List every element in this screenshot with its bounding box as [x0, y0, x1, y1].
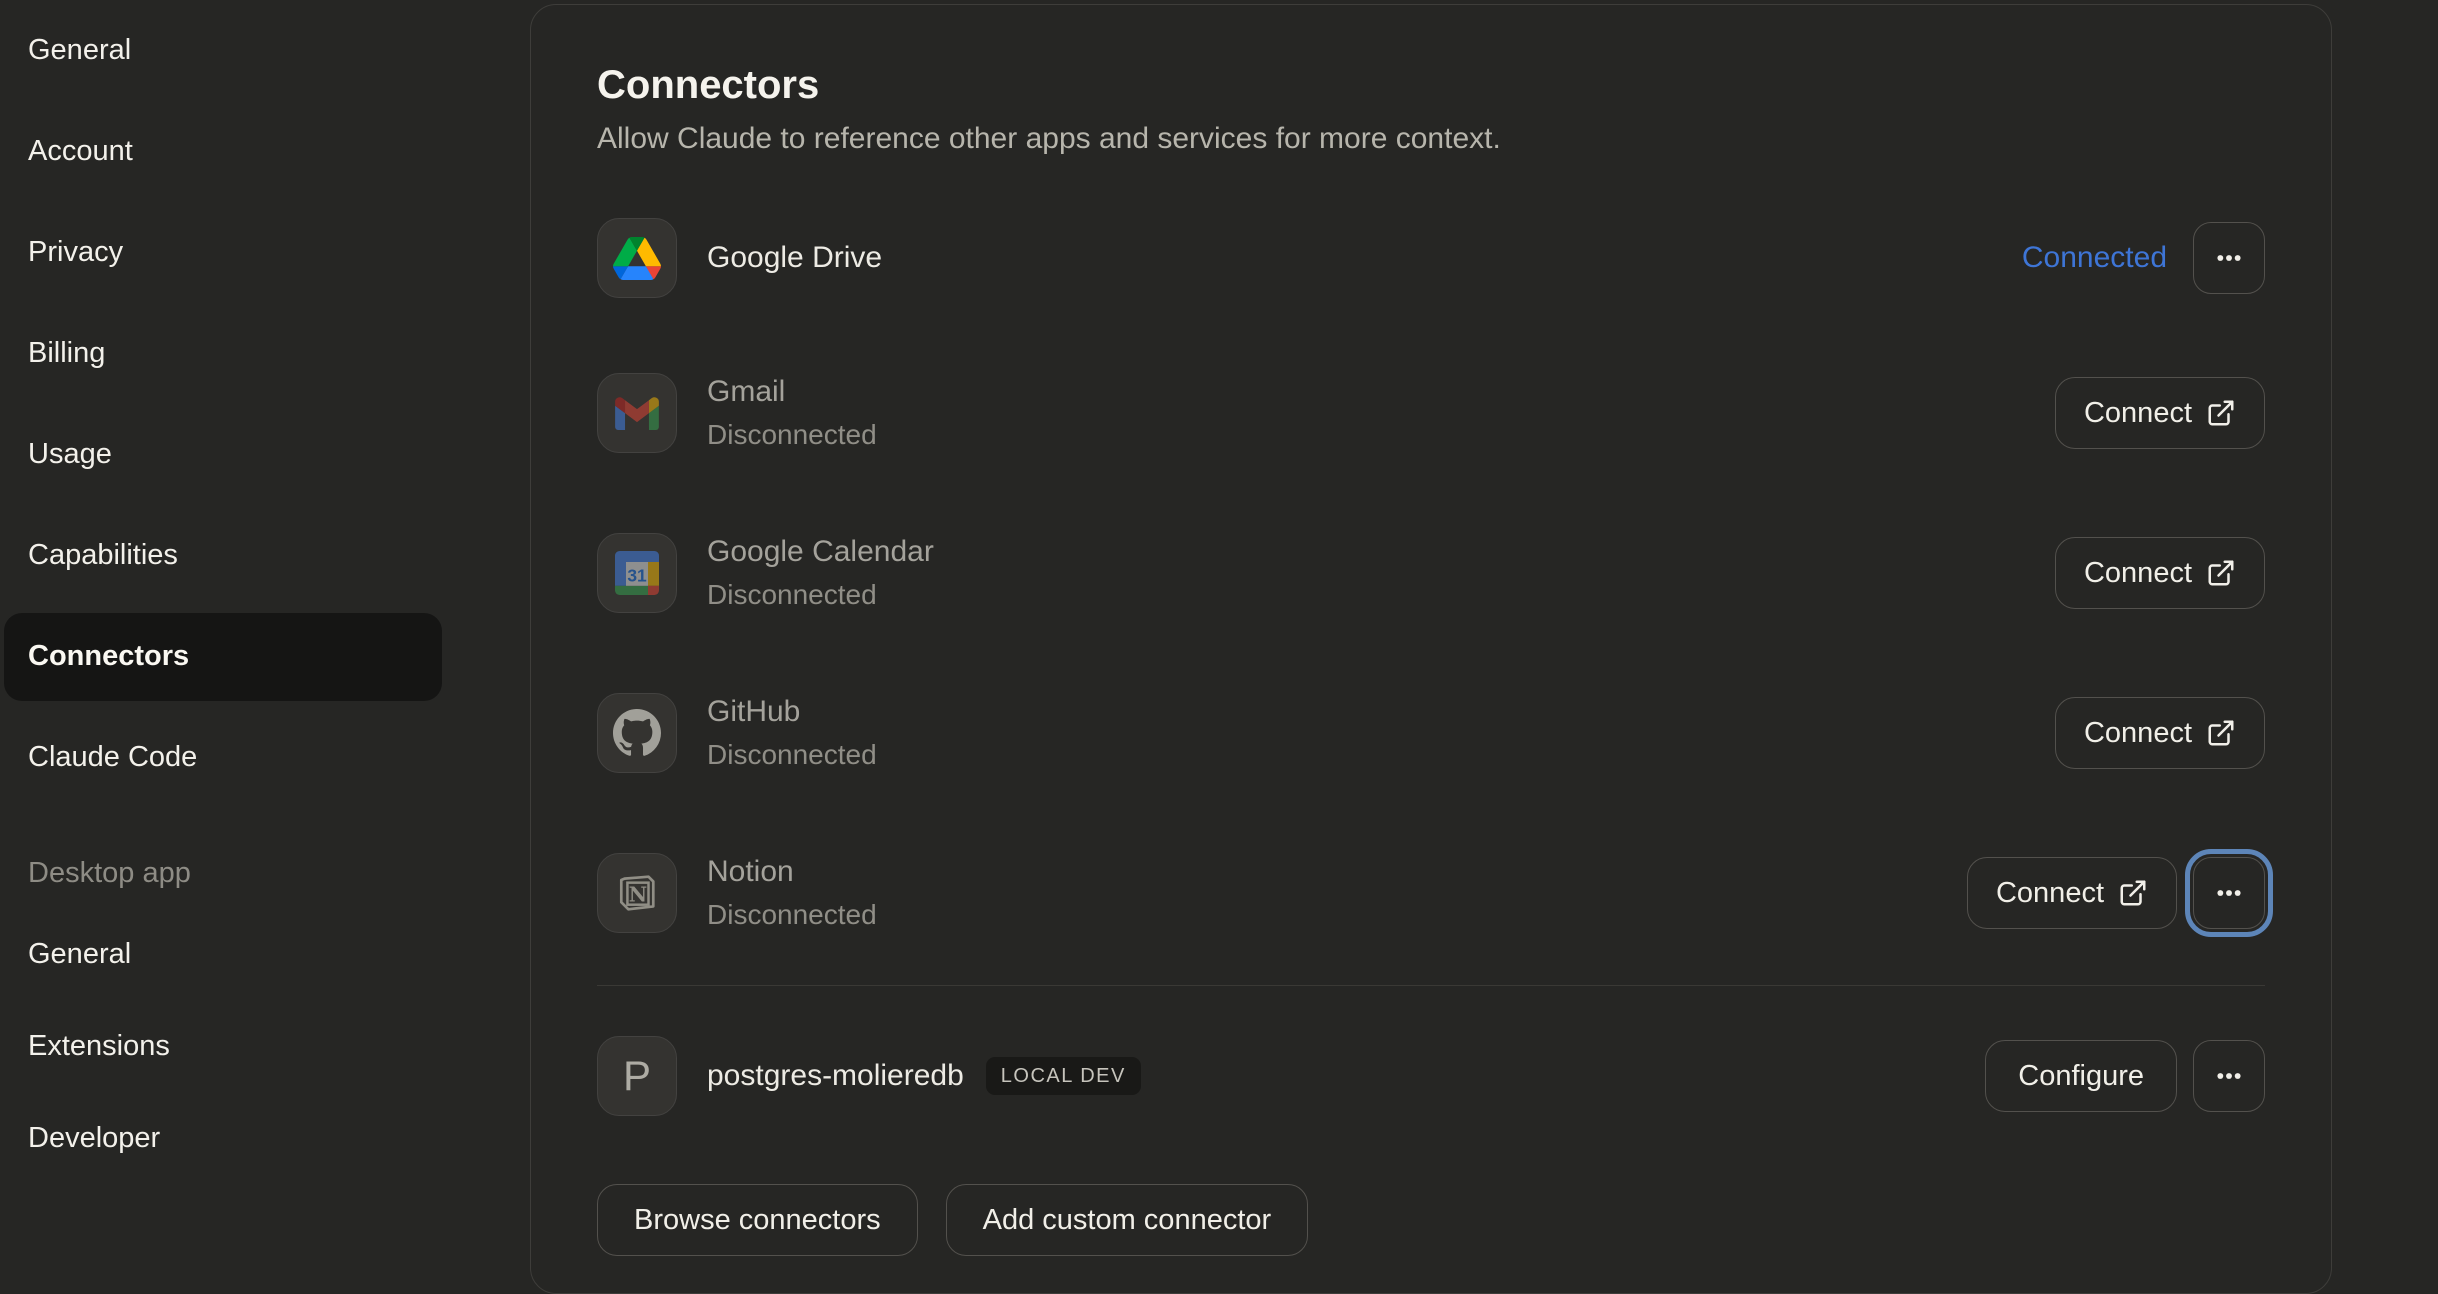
add-custom-connector-button[interactable]: Add custom connector	[946, 1184, 1309, 1256]
ellipsis-icon	[2213, 242, 2245, 274]
github-icon	[597, 693, 677, 773]
connector-name: Gmail	[707, 375, 877, 409]
sidebar-item-label: Claude Code	[28, 741, 197, 774]
connect-button-label: Connect	[2084, 557, 2192, 590]
connector-row-github: GitHub Disconnected Connect	[597, 653, 2265, 813]
page-subtitle: Allow Claude to reference other apps and…	[597, 119, 2265, 159]
sidebar-item-label: Developer	[28, 1122, 160, 1155]
connect-button[interactable]: Connect	[2055, 697, 2265, 769]
ellipsis-icon	[2213, 877, 2245, 909]
connect-button[interactable]: Connect	[2055, 377, 2265, 449]
more-menu-button-focused[interactable]	[2193, 857, 2265, 929]
connector-name: postgres-molieredb	[707, 1059, 964, 1093]
sidebar-section-desktop-app: Desktop app	[0, 838, 530, 908]
sidebar-item-developer[interactable]: Developer	[0, 1092, 530, 1184]
external-link-icon	[2206, 718, 2236, 748]
connector-name: GitHub	[707, 695, 877, 729]
sidebar-item-billing[interactable]: Billing	[0, 303, 530, 404]
external-link-icon	[2206, 398, 2236, 428]
configure-button-label: Configure	[2018, 1060, 2144, 1093]
sidebar-item-label: Capabilities	[28, 539, 178, 572]
connector-status: Disconnected	[707, 739, 877, 771]
sidebar-item-label: General	[28, 34, 131, 67]
footer-actions: Browse connectors Add custom connector	[597, 1184, 2265, 1256]
sidebar-item-label: Account	[28, 135, 133, 168]
notion-icon: N	[597, 853, 677, 933]
page-title: Connectors	[597, 61, 2265, 109]
connectors-panel: Connectors Allow Claude to reference oth…	[530, 4, 2332, 1294]
connector-name: Google Drive	[707, 241, 882, 275]
connectors-list: Google Drive Connected G	[597, 183, 2265, 1256]
connector-status: Disconnected	[707, 899, 877, 931]
external-link-icon	[2206, 558, 2236, 588]
settings-sidebar: General Account Privacy Billing Usage Ca…	[0, 0, 530, 1278]
connect-button-label: Connect	[1996, 877, 2104, 910]
connector-row-postgres-molieredb: P postgres-molieredb LOCAL DEV Configure	[597, 986, 2265, 1166]
google-calendar-icon: 31	[597, 533, 677, 613]
gmail-icon	[597, 373, 677, 453]
browse-connectors-button[interactable]: Browse connectors	[597, 1184, 918, 1256]
local-dev-badge: LOCAL DEV	[986, 1057, 1141, 1095]
sidebar-item-claude-code[interactable]: Claude Code	[0, 707, 530, 808]
connector-name: Notion	[707, 855, 877, 889]
connect-button-label: Connect	[2084, 717, 2192, 750]
sidebar-item-label: Privacy	[28, 236, 123, 269]
connector-row-gmail: Gmail Disconnected Connect	[597, 333, 2265, 493]
svg-text:31: 31	[627, 565, 647, 585]
sidebar-item-extensions[interactable]: Extensions	[0, 1000, 530, 1092]
sidebar-item-label: Billing	[28, 337, 105, 370]
sidebar-item-label: Extensions	[28, 1030, 170, 1063]
postgres-icon: P	[597, 1036, 677, 1116]
more-menu-button[interactable]	[2193, 222, 2265, 294]
connector-row-google-drive: Google Drive Connected	[597, 183, 2265, 333]
sidebar-selected-pill: Connectors	[4, 613, 442, 701]
external-link-icon	[2118, 878, 2148, 908]
sidebar-item-desktop-general[interactable]: General	[0, 908, 530, 1000]
connected-status-link[interactable]: Connected	[2022, 241, 2167, 275]
sidebar-item-label: General	[28, 938, 131, 971]
browse-connectors-label: Browse connectors	[634, 1204, 881, 1237]
connect-button[interactable]: Connect	[2055, 537, 2265, 609]
add-custom-connector-label: Add custom connector	[983, 1204, 1272, 1237]
sidebar-item-privacy[interactable]: Privacy	[0, 202, 530, 303]
connect-button[interactable]: Connect	[1967, 857, 2177, 929]
connector-row-google-calendar: 31 Google Calendar Disconnected Connect	[597, 493, 2265, 653]
sidebar-item-capabilities[interactable]: Capabilities	[0, 505, 530, 606]
connector-row-notion: N Notion Disconnected Connect	[597, 813, 2265, 973]
postgres-icon-letter: P	[623, 1052, 651, 1100]
sidebar-item-label: Usage	[28, 438, 112, 471]
ellipsis-icon	[2213, 1060, 2245, 1092]
more-menu-button[interactable]	[2193, 1040, 2265, 1112]
connect-button-label: Connect	[2084, 397, 2192, 430]
connector-status: Disconnected	[707, 579, 934, 611]
sidebar-item-label: Connectors	[28, 640, 189, 673]
sidebar-item-usage[interactable]: Usage	[0, 404, 530, 505]
connector-status: Disconnected	[707, 419, 877, 451]
google-drive-icon	[597, 218, 677, 298]
configure-button[interactable]: Configure	[1985, 1040, 2177, 1112]
svg-text:N: N	[629, 882, 647, 906]
sidebar-item-general[interactable]: General	[0, 0, 530, 101]
connector-name: Google Calendar	[707, 535, 934, 569]
sidebar-item-account[interactable]: Account	[0, 101, 530, 202]
sidebar-item-connectors[interactable]: Connectors	[0, 606, 530, 707]
